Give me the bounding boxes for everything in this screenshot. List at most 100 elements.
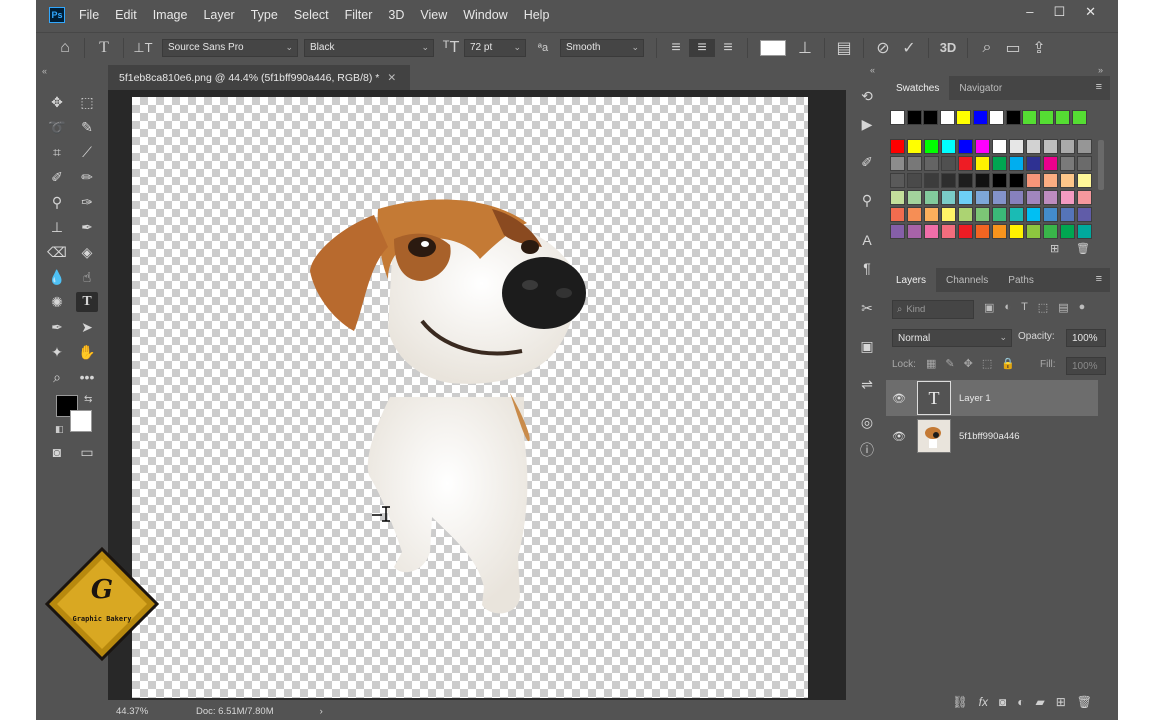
- anti-alias-select[interactable]: Smooth ⌄: [560, 38, 644, 57]
- color-swatch[interactable]: [907, 207, 922, 222]
- color-swatch[interactable]: [1060, 156, 1075, 171]
- adjustment-layer-icon[interactable]: ◐: [1017, 695, 1024, 709]
- history-brush-tool-icon[interactable]: ✑: [76, 192, 98, 212]
- lasso-tool-icon[interactable]: ➰: [46, 117, 68, 137]
- lock-transparent-icon[interactable]: ▦: [926, 357, 936, 370]
- new-layer-icon[interactable]: ⊞: [1056, 695, 1066, 709]
- layer-style-fx-icon[interactable]: fx: [979, 695, 988, 709]
- color-swatch[interactable]: [1009, 224, 1024, 239]
- cancel-edits-icon[interactable]: ⊘: [870, 38, 896, 58]
- layer-name[interactable]: Layer 1: [959, 393, 991, 404]
- zoom-level[interactable]: 44.37%: [116, 706, 196, 717]
- lock-artboard-icon[interactable]: ⬚: [982, 357, 992, 370]
- delete-layer-icon[interactable]: 🗑: [1077, 695, 1092, 709]
- menu-edit[interactable]: Edit: [115, 8, 137, 22]
- toggle-text-orientation-icon[interactable]: ⊥T: [130, 40, 156, 56]
- paint-bucket-tool-icon[interactable]: ◈: [76, 242, 98, 262]
- align-right-icon[interactable]: ≡: [715, 39, 741, 57]
- color-swatch[interactable]: [1026, 224, 1041, 239]
- color-swatch[interactable]: [1077, 190, 1092, 205]
- font-size-select[interactable]: 72 pt ⌄: [464, 38, 526, 57]
- marquee-tool-icon[interactable]: ⬚: [76, 92, 98, 112]
- close-document-icon[interactable]: ✕: [387, 72, 396, 84]
- new-swatch-icon[interactable]: ⊞: [1050, 242, 1059, 255]
- libraries-icon[interactable]: ▣: [856, 336, 878, 356]
- color-swatch[interactable]: [941, 224, 956, 239]
- color-swatch[interactable]: [1060, 190, 1075, 205]
- recent-swatch[interactable]: [939, 110, 955, 125]
- screen-mode-icon[interactable]: ▭: [76, 442, 98, 462]
- color-swatch[interactable]: [1043, 207, 1058, 222]
- layer-filter-select[interactable]: ⌕ Kind: [892, 300, 974, 319]
- history-icon[interactable]: ⟲: [856, 86, 878, 106]
- color-swatch[interactable]: [1077, 224, 1092, 239]
- color-swatch[interactable]: [907, 173, 922, 188]
- color-swatch[interactable]: [1009, 156, 1024, 171]
- font-style-select[interactable]: Black ⌄: [304, 38, 434, 57]
- swatches-scrollbar[interactable]: [1098, 140, 1104, 190]
- zoom-tool-icon[interactable]: ⌕: [46, 367, 68, 387]
- recent-swatch[interactable]: [1022, 110, 1037, 125]
- filter-shape-icon[interactable]: ⬚: [1038, 301, 1048, 314]
- adjustments-icon[interactable]: ⇌: [856, 374, 878, 394]
- lock-all-icon[interactable]: 🔒: [1001, 357, 1015, 370]
- color-swatch[interactable]: [924, 224, 939, 239]
- layer-row[interactable]: 👁 T Layer 1: [886, 380, 1098, 416]
- color-swatch[interactable]: [975, 139, 990, 154]
- character-panel-icon[interactable]: ▤: [831, 38, 857, 58]
- color-swatch[interactable]: [975, 173, 990, 188]
- tab-layers[interactable]: Layers: [886, 268, 937, 292]
- filter-smart-object-icon[interactable]: ▤: [1058, 301, 1068, 314]
- share-icon[interactable]: ⇪: [1026, 38, 1052, 58]
- tab-swatches[interactable]: Swatches: [886, 76, 950, 100]
- collapse-panels-icon[interactable]: »: [1098, 65, 1103, 75]
- align-center-icon[interactable]: ≡: [689, 38, 715, 57]
- move-tool-icon[interactable]: ✥: [46, 92, 68, 112]
- recent-swatch[interactable]: [906, 110, 922, 125]
- color-swatch[interactable]: [1009, 190, 1024, 205]
- color-swatch[interactable]: [992, 139, 1007, 154]
- color-swatch[interactable]: [1077, 207, 1092, 222]
- color-swatch[interactable]: [890, 190, 905, 205]
- color-swatch[interactable]: [958, 139, 973, 154]
- commit-edits-icon[interactable]: ✓: [896, 38, 922, 58]
- color-swatch[interactable]: [1026, 156, 1041, 171]
- font-family-select[interactable]: Source Sans Pro ⌄: [162, 38, 298, 57]
- menu-file[interactable]: File: [79, 8, 99, 22]
- recent-swatch[interactable]: [989, 110, 1004, 125]
- add-mask-icon[interactable]: ◙: [999, 695, 1006, 709]
- panel-menu-icon[interactable]: ≡: [1096, 81, 1102, 93]
- minimize-icon[interactable]: –: [1026, 4, 1033, 20]
- align-left-icon[interactable]: ≡: [663, 39, 689, 57]
- panel-menu-icon[interactable]: ≡: [1096, 273, 1102, 285]
- brush-settings-icon[interactable]: ✐: [856, 152, 878, 172]
- close-icon[interactable]: ✕: [1085, 4, 1096, 20]
- recent-swatch[interactable]: [1055, 110, 1070, 125]
- color-swatch[interactable]: [992, 156, 1007, 171]
- color-swatch[interactable]: [890, 224, 905, 239]
- color-swatch[interactable]: [907, 190, 922, 205]
- crop-tool-icon[interactable]: ⌗: [46, 142, 68, 162]
- color-swatch[interactable]: [941, 156, 956, 171]
- filter-toggle-icon[interactable]: ●: [1079, 301, 1086, 314]
- recent-swatch[interactable]: [890, 110, 905, 125]
- clone-source-icon[interactable]: ⚲: [856, 190, 878, 210]
- canvas[interactable]: [132, 97, 808, 698]
- color-swatch[interactable]: [958, 156, 973, 171]
- color-swatch[interactable]: [1009, 173, 1024, 188]
- menu-image[interactable]: Image: [153, 8, 188, 22]
- color-swatch[interactable]: [1009, 207, 1024, 222]
- visibility-eye-icon[interactable]: 👁: [886, 430, 912, 443]
- text-color-swatch[interactable]: [760, 39, 786, 56]
- color-swatch[interactable]: [924, 190, 939, 205]
- layer-row[interactable]: 👁 5f1bff990a446: [886, 418, 1098, 454]
- status-menu-chevron-icon[interactable]: ›: [320, 706, 323, 717]
- recent-swatch[interactable]: [1038, 110, 1054, 125]
- swap-colors-icon[interactable]: ⇆: [84, 394, 92, 405]
- pen-tool-icon[interactable]: ✒: [46, 317, 68, 337]
- paragraph-icon[interactable]: ¶: [856, 258, 878, 278]
- menu-view[interactable]: View: [420, 8, 447, 22]
- collapse-strip-icon[interactable]: «: [870, 65, 875, 75]
- recent-swatch[interactable]: [956, 110, 971, 125]
- blend-mode-select[interactable]: Normal ⌄: [892, 329, 1012, 347]
